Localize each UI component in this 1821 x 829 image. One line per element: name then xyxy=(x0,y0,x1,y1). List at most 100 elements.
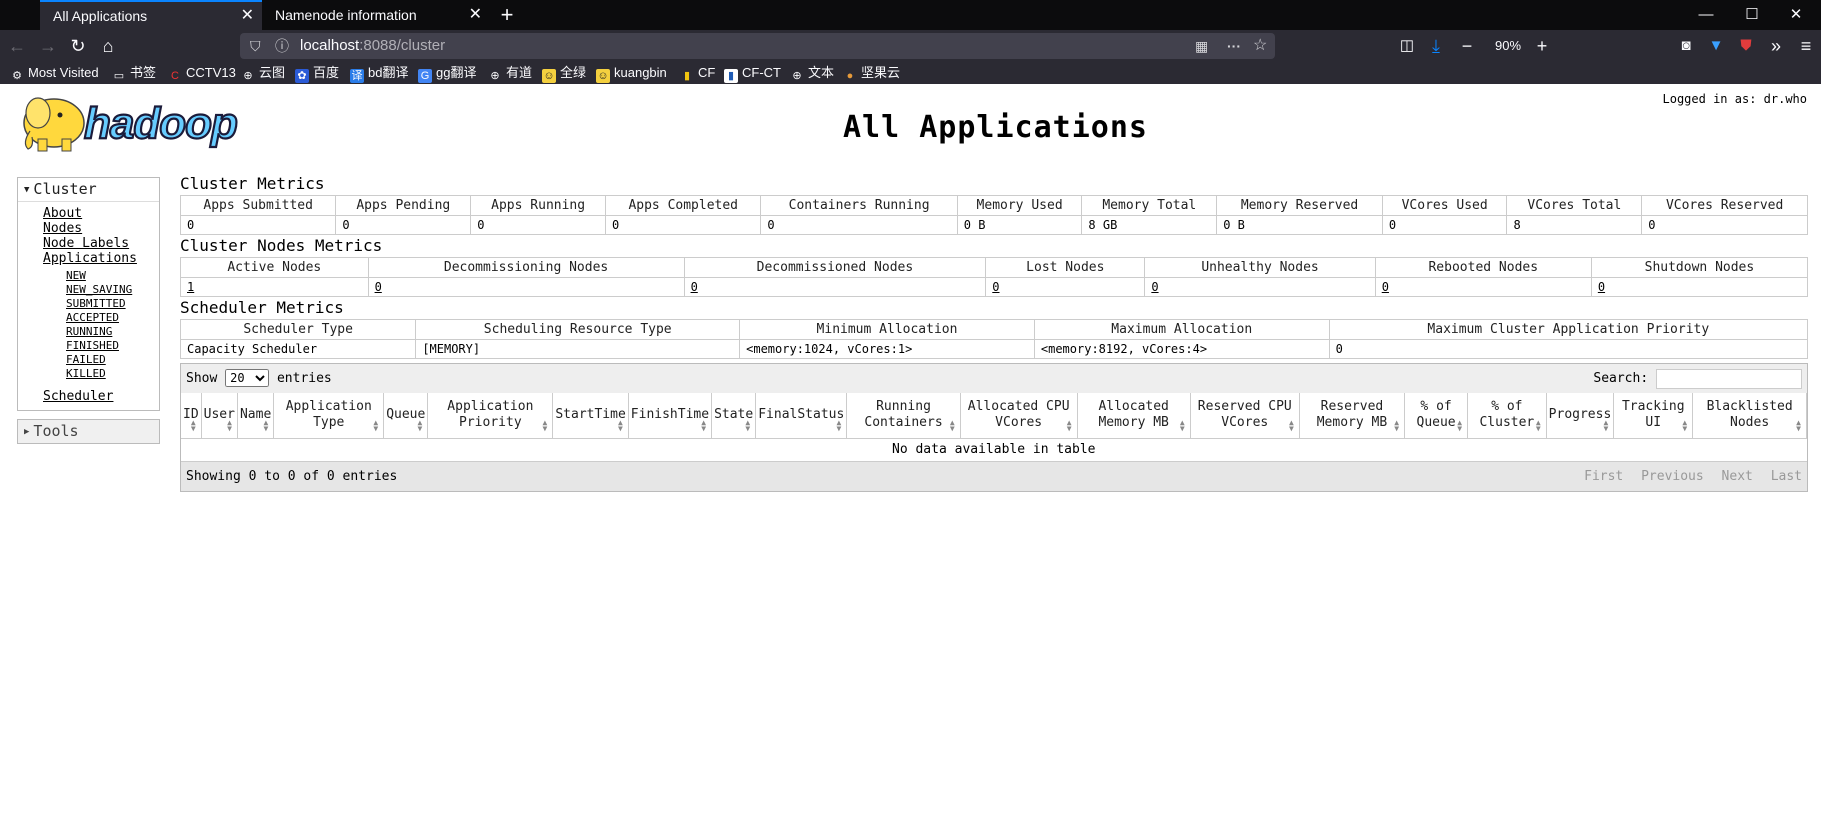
reload-icon[interactable]: ↻ xyxy=(66,34,90,58)
column-header-sortable[interactable]: StartTime ▲ ▼ xyxy=(552,393,629,438)
column-header-sortable[interactable]: % of Cluster ▲ ▼ xyxy=(1467,393,1547,438)
forward-icon[interactable]: → xyxy=(36,34,60,58)
extension-shield-icon[interactable]: ▼ xyxy=(1704,34,1728,58)
column-header-sortable[interactable]: ID ▲ ▼ xyxy=(181,393,202,438)
pager-first-button[interactable]: First xyxy=(1584,469,1623,484)
bookmark-folder[interactable]: ▭ 书签 xyxy=(112,62,156,84)
site-info-icon[interactable]: ⓘ xyxy=(275,33,289,59)
home-icon[interactable]: ⌂ xyxy=(96,34,120,58)
sidebar-link-node-labels[interactable]: Node Labels xyxy=(43,236,159,251)
qr-code-icon[interactable]: ▦ xyxy=(1195,33,1208,59)
decommissioning-nodes-link[interactable]: 0 xyxy=(375,280,382,294)
bookmark-cctv13[interactable]: C CCTV13 xyxy=(168,62,236,84)
column-header-sortable[interactable]: Progress ▲ ▼ xyxy=(1546,393,1615,438)
sidebar-link-state-finished[interactable]: FINISHED xyxy=(43,339,159,353)
maximize-window-icon[interactable]: ☐ xyxy=(1727,0,1777,30)
bookmark-star-icon[interactable]: ☆ xyxy=(1253,33,1267,59)
page-actions-icon[interactable]: ··· xyxy=(1227,33,1241,59)
minimize-window-icon[interactable]: — xyxy=(1681,0,1731,30)
rebooted-nodes-link[interactable]: 0 xyxy=(1382,280,1389,294)
zoom-level[interactable]: 90% xyxy=(1490,34,1526,58)
bookmark-youdao[interactable]: ⊕ 有道 xyxy=(488,62,532,84)
column-header-sortable[interactable]: Name ▲ ▼ xyxy=(237,393,275,438)
extension-red-shield-icon[interactable]: ⛊ xyxy=(1734,34,1758,58)
pager-previous-button[interactable]: Previous xyxy=(1641,469,1704,484)
bookmark-gg-translate[interactable]: Ggg翻译 xyxy=(418,62,476,84)
sidebar-link-nodes[interactable]: Nodes xyxy=(43,221,159,236)
column-header-sortable[interactable]: Allocated Memory MB ▲ ▼ xyxy=(1077,393,1191,438)
bookmark-most-visited[interactable]: ⚙ Most Visited xyxy=(10,62,99,84)
zoom-in-icon[interactable]: + xyxy=(1530,34,1554,58)
column-header-sortable[interactable]: Tracking UI ▲ ▼ xyxy=(1613,393,1694,438)
unhealthy-nodes-link[interactable]: 0 xyxy=(1151,280,1158,294)
back-icon[interactable]: ← xyxy=(5,34,29,58)
close-window-icon[interactable]: ✕ xyxy=(1771,0,1821,30)
column-header-sortable[interactable]: State ▲ ▼ xyxy=(711,393,757,438)
column-header-sortable[interactable]: FinalStatus ▲ ▼ xyxy=(755,393,848,438)
column-header-sortable[interactable]: Allocated CPU VCores ▲ ▼ xyxy=(960,393,1078,438)
bookmark-kuangbin[interactable]: ☺ kuangbin xyxy=(596,62,667,84)
tab-namenode-information[interactable]: Namenode information ✕ xyxy=(262,0,490,30)
shutdown-nodes-link[interactable]: 0 xyxy=(1598,280,1605,294)
column-header-sortable[interactable]: Reserved Memory MB ▲ ▼ xyxy=(1299,393,1406,438)
column-header-sortable[interactable]: Running Containers ▲ ▼ xyxy=(846,393,961,438)
sidebar-link-state-new-saving[interactable]: NEW_SAVING xyxy=(43,283,159,297)
column-header-sortable[interactable]: Application Type ▲ ▼ xyxy=(273,393,385,438)
sidebar-link-state-submitted[interactable]: SUBMITTED xyxy=(43,297,159,311)
overflow-menu-icon[interactable]: » xyxy=(1764,34,1788,58)
bookmark-baidu[interactable]: ✿ 百度 xyxy=(295,62,339,84)
column-header-sortable[interactable]: Reserved CPU VCores ▲ ▼ xyxy=(1190,393,1300,438)
page-size-select[interactable]: 20 xyxy=(225,369,270,387)
sidebar-toggle-icon[interactable]: ◫ xyxy=(1395,34,1419,58)
bookmark-cf[interactable]: ▮ CF xyxy=(680,62,715,84)
cluster-section-header[interactable]: ▼ Cluster xyxy=(18,178,159,201)
close-tab-icon[interactable]: ✕ xyxy=(469,0,482,30)
column-header-sortable[interactable]: % of Queue ▲ ▼ xyxy=(1404,393,1469,438)
sidebar-link-scheduler[interactable]: Scheduler xyxy=(43,389,159,404)
column-header-sortable[interactable]: User ▲ ▼ xyxy=(201,393,238,438)
column-header-sortable[interactable]: FinishTime ▲ ▼ xyxy=(628,393,713,438)
column-header-sortable[interactable]: Queue ▲ ▼ xyxy=(383,393,429,438)
tab-label: All Applications xyxy=(53,8,148,24)
sidebar-link-state-killed[interactable]: KILLED xyxy=(43,367,159,381)
close-tab-icon[interactable]: ✕ xyxy=(241,2,254,30)
bookmark-cf-ct[interactable]: ▮ CF-CT xyxy=(724,62,781,84)
column-header-sortable[interactable]: Application Priority ▲ ▼ xyxy=(427,393,554,438)
bookmark-jianguoyun[interactable]: ● 坚果云 xyxy=(843,62,900,84)
sidebar-link-applications[interactable]: Applications xyxy=(43,251,159,266)
sidebar-link-state-failed[interactable]: FAILED xyxy=(43,353,159,367)
pager-next-button[interactable]: Next xyxy=(1722,469,1753,484)
bookmark-bd-translate[interactable]: 译 bd翻译 xyxy=(350,62,408,84)
sort-arrows-icon: ▲ ▼ xyxy=(1066,417,1072,433)
hadoop-logo[interactable]: hadoop xyxy=(18,91,286,153)
tab-all-applications[interactable]: All Applications ✕ xyxy=(40,0,262,30)
tools-section-header[interactable]: ▶ Tools xyxy=(18,420,159,443)
metric-value: 8 xyxy=(1506,215,1643,235)
shield-icon[interactable]: ⛉ xyxy=(250,33,261,59)
url-bar[interactable]: ⛉ ⓘ localhost:8088/cluster ▦ ··· ☆ xyxy=(240,33,1275,59)
pager-last-button[interactable]: Last xyxy=(1771,469,1802,484)
active-nodes-link[interactable]: 1 xyxy=(187,280,194,294)
sidebar-link-state-running[interactable]: RUNNING xyxy=(43,325,159,339)
search-input[interactable] xyxy=(1656,368,1802,389)
downloads-icon[interactable]: ⤓ xyxy=(1424,34,1448,58)
sidebar-link-about[interactable]: About xyxy=(43,206,159,221)
column-header: Apps Submitted xyxy=(179,195,337,216)
hamburger-menu-icon[interactable]: ≡ xyxy=(1794,34,1818,58)
bookmark-wenben[interactable]: ⊕ 文本 xyxy=(790,62,834,84)
column-header-label: Tracking UI xyxy=(1621,399,1685,431)
decommissioned-nodes-link[interactable]: 0 xyxy=(691,280,698,294)
column-header: Scheduling Resource Type xyxy=(415,319,741,340)
sort-arrows-icon: ▲ ▼ xyxy=(227,417,232,433)
lost-nodes-link[interactable]: 0 xyxy=(992,280,999,294)
new-tab-icon[interactable]: + xyxy=(495,0,519,30)
sidebar-link-state-accepted[interactable]: ACCEPTED xyxy=(43,311,159,325)
extension-icon[interactable]: ◙ xyxy=(1674,34,1698,58)
sidebar-link-state-new[interactable]: NEW xyxy=(43,269,159,283)
bookmark-quanlv[interactable]: ☺ 全绿 xyxy=(542,62,586,84)
zoom-out-icon[interactable]: − xyxy=(1455,34,1479,58)
bookmark-yuntu[interactable]: ⊕ 云图 xyxy=(241,62,285,84)
column-header: Memory Used xyxy=(956,195,1083,216)
column-header-sortable[interactable]: Blacklisted Nodes ▲ ▼ xyxy=(1692,393,1807,438)
scheduler-metrics-table: Scheduler Type Scheduling Resource Type … xyxy=(179,319,1809,359)
